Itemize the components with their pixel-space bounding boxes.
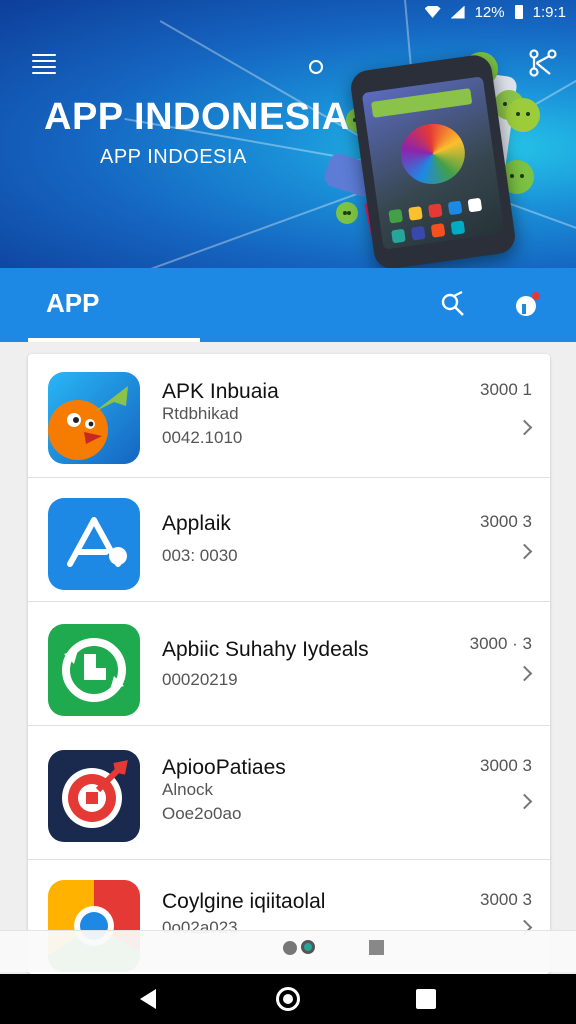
app-date: 0042.1010 bbox=[162, 428, 243, 447]
app-meta: 3000 · 3 bbox=[469, 634, 532, 653]
wifi-icon bbox=[424, 6, 441, 18]
chevron-right-icon bbox=[516, 665, 533, 682]
tab-app[interactable]: APP bbox=[46, 288, 99, 319]
app-date: Ooe2o0ao bbox=[162, 804, 242, 823]
list-item[interactable]: ApiooPatiaes Alnock Ooe2o0ao 3000 3 bbox=[28, 726, 550, 860]
search-icon[interactable] bbox=[438, 290, 468, 320]
tab-bar: APP bbox=[0, 268, 576, 342]
ring-decoration bbox=[309, 60, 323, 74]
smiley-icon bbox=[506, 98, 540, 132]
app-store-icon bbox=[48, 498, 140, 590]
battery-percent: 12% bbox=[474, 3, 505, 21]
chevron-right-icon bbox=[516, 793, 533, 810]
home-icon[interactable] bbox=[276, 987, 300, 1011]
square-icon[interactable] bbox=[369, 940, 384, 955]
list-item[interactable]: Applaik 003: 0030 3000 3 bbox=[28, 478, 550, 602]
app-meta: 3000 3 bbox=[480, 512, 532, 531]
notification-icon[interactable] bbox=[512, 290, 542, 320]
app-name: Coylgine iqiitaolal bbox=[162, 890, 326, 913]
page-title: APP INDONESIA bbox=[44, 96, 350, 138]
app-date: 003: 0030 bbox=[162, 546, 238, 565]
page-dot-icon[interactable] bbox=[283, 941, 297, 955]
chevron-right-icon bbox=[516, 543, 533, 560]
app-meta: 3000 3 bbox=[480, 890, 532, 909]
page-dot-active-icon[interactable] bbox=[301, 940, 315, 954]
back-icon[interactable] bbox=[140, 989, 156, 1009]
app-name: Applaik bbox=[162, 512, 231, 535]
page-subtitle: APP INDOESIA bbox=[100, 146, 247, 168]
list-item[interactable]: APK Inbuaia Rtdbhikad 0042.1010 3000 1 bbox=[28, 354, 550, 478]
page-indicator-strip bbox=[0, 930, 576, 972]
chevron-right-icon bbox=[516, 419, 533, 436]
smiley-icon bbox=[336, 202, 358, 224]
orange-bird-icon bbox=[48, 372, 140, 464]
app-meta: 3000 3 bbox=[480, 756, 532, 775]
system-nav-bar bbox=[0, 974, 576, 1024]
app-name: ApiooPatiaes bbox=[162, 756, 286, 779]
clock: 1:9:1 bbox=[532, 3, 566, 21]
green-sync-icon bbox=[48, 624, 140, 716]
hamburger-menu-icon[interactable] bbox=[32, 54, 56, 74]
active-tab-indicator bbox=[28, 338, 200, 342]
target-icon bbox=[48, 750, 140, 842]
phone-illustration bbox=[348, 53, 518, 268]
app-subtitle: Rtdbhikad bbox=[162, 404, 239, 423]
app-name: Apbiic Suhahy Iydeals bbox=[162, 638, 369, 661]
list-item[interactable]: Apbiic Suhahy Iydeals 00020219 3000 · 3 bbox=[28, 602, 550, 726]
app-list: APK Inbuaia Rtdbhikad 0042.1010 3000 1 A… bbox=[28, 354, 550, 974]
hero-banner: APP INDONESIA APP INDOESIA bbox=[0, 0, 576, 268]
app-date: 00020219 bbox=[162, 670, 238, 689]
app-meta: 3000 1 bbox=[480, 380, 532, 399]
share-icon[interactable] bbox=[528, 48, 558, 78]
app-name: APK Inbuaia bbox=[162, 380, 279, 403]
app-subtitle: Alnock bbox=[162, 780, 214, 799]
signal-icon bbox=[450, 5, 465, 19]
status-bar: 12% 1:9:1 bbox=[0, 0, 576, 24]
recents-icon[interactable] bbox=[416, 989, 436, 1009]
battery-icon bbox=[514, 5, 523, 19]
